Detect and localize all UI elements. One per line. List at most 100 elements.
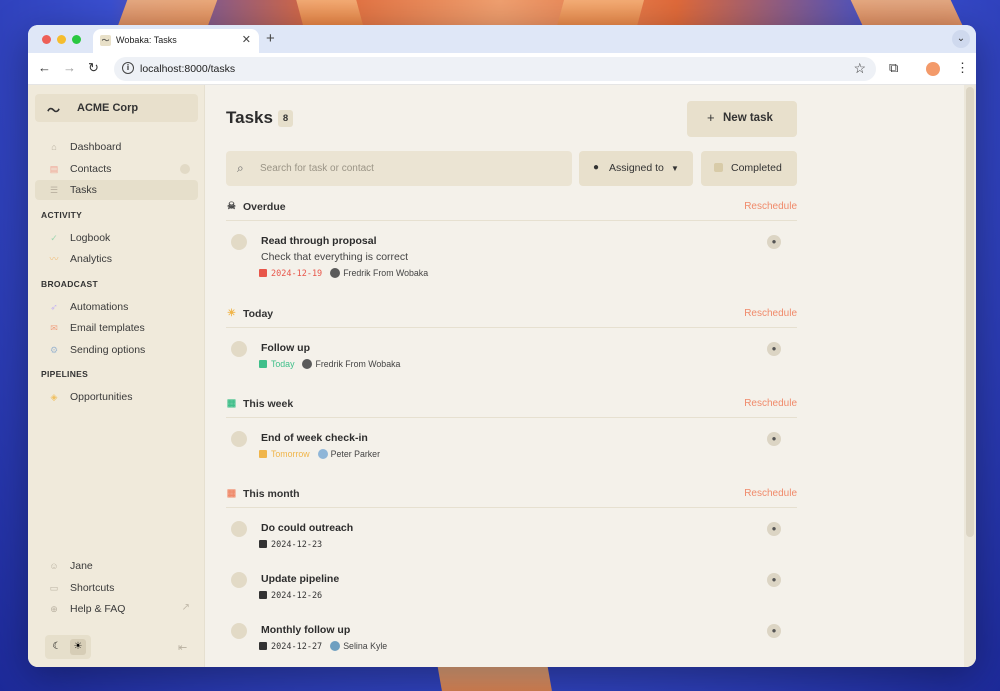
contact-name[interactable]: Fredrik From Wobaka [343,268,428,278]
sidebar-item-user[interactable]: ☺ Jane [35,556,198,576]
help-icon: ⊕ [50,604,58,614]
sidebar-item-automations[interactable]: ➶ Automations [35,297,198,317]
sun-theme-icon[interactable]: ☀ [70,639,86,655]
sidebar-item-label: Jane [70,560,93,572]
contacts-badge [180,164,190,174]
back-arrow-icon[interactable]: ← [38,60,51,75]
minimize-window-button[interactable] [57,35,66,44]
caret-down-icon: ▼ [671,164,679,173]
sidebar-item-shortcuts[interactable]: ▭ Shortcuts [35,578,198,598]
bookmark-star-icon[interactable]: ☆ [853,60,866,77]
section-activity: ACTIVITY [41,210,83,220]
completed-filter[interactable]: Completed [701,151,797,186]
due-date: 2024-12-26 [271,591,323,601]
site-info-icon[interactable]: i [122,62,134,74]
assignee-avatar-icon[interactable]: ● [767,342,781,356]
assignee-avatar-icon[interactable]: ● [767,235,781,249]
sidebar-item-help[interactable]: ⊕ Help & FAQ ↗ [35,599,198,619]
complete-task-checkbox[interactable] [231,623,247,639]
due-date: 2024-12-27 [271,642,323,652]
new-tab-button[interactable]: + [266,30,275,47]
assignee-avatar-icon[interactable]: ● [767,573,781,587]
complete-task-checkbox[interactable] [231,431,247,447]
close-window-button[interactable] [42,35,51,44]
tab-search-chevron-icon[interactable]: ⌄ [952,30,970,48]
contact-name[interactable]: Selina Kyle [343,641,387,651]
assigned-filter-label: Assigned to [609,162,664,174]
task-row[interactable]: Follow up Today Fredrik From Wobaka ● [226,341,797,369]
calendar-icon [259,450,267,458]
assignee-avatar-icon[interactable]: ● [767,522,781,536]
org-switcher[interactable]: 〜 ACME Corp [35,94,198,122]
divider [226,220,797,221]
forward-arrow-icon[interactable]: → [63,60,76,75]
task-title[interactable]: Monthly follow up [261,624,350,636]
sidebar-item-opportunities[interactable]: ◈ Opportunities [35,387,198,407]
sidebar-item-tasks[interactable]: ☰ Tasks [35,180,198,200]
reschedule-link[interactable]: Reschedule [744,201,797,212]
task-title[interactable]: End of week check-in [261,432,368,444]
search-input[interactable]: ⌕ Search for task or contact [226,151,572,186]
close-tab-icon[interactable]: ✕ [242,33,251,46]
scrollbar[interactable] [964,85,976,667]
complete-task-checkbox[interactable] [231,521,247,537]
reschedule-link[interactable]: Reschedule [744,398,797,409]
new-task-button[interactable]: + New task [687,101,797,137]
completed-filter-label: Completed [731,162,782,174]
tab-title: Wobaka: Tasks [116,35,177,45]
task-meta: 2024-12-27 Selina Kyle [259,641,387,652]
complete-task-checkbox[interactable] [231,341,247,357]
assignee-avatar-icon[interactable]: ● [767,624,781,638]
search-placeholder: Search for task or contact [260,163,374,174]
extensions-icon[interactable]: ⧉ [889,60,898,76]
moon-icon[interactable]: ☾ [49,639,65,655]
checkbox-icon[interactable] [714,163,723,172]
sidebar-item-label: Analytics [70,253,113,265]
assigned-to-filter[interactable]: ● Assigned to ▼ [579,151,693,186]
sidebar-item-contacts[interactable]: ▤ Contacts [35,159,198,179]
sidebar-item-email-templates[interactable]: ✉ Email templates [35,318,198,338]
calendar-week-icon: ▦ [226,398,237,409]
url-field[interactable]: i localhost:8000/tasks ☆ [114,57,876,81]
calendar-month-icon: ▦ [226,488,237,499]
collapse-sidebar-icon[interactable]: ⇤ [178,641,187,654]
rocket-icon: ➶ [50,302,58,312]
browser-menu-icon[interactable]: ⋮ [956,60,969,76]
task-row[interactable]: Read through proposal Check that everythi… [226,234,797,279]
org-name: ACME Corp [77,102,139,114]
sidebar-item-label: Opportunities [70,391,133,403]
assignee-avatar-icon[interactable]: ● [767,432,781,446]
reschedule-link[interactable]: Reschedule [744,488,797,499]
maximize-window-button[interactable] [72,35,81,44]
browser-tab[interactable]: 〜 Wobaka: Tasks ✕ [93,29,259,53]
contact-avatar [302,359,313,369]
reschedule-link[interactable]: Reschedule [744,308,797,319]
contact-name[interactable]: Peter Parker [331,449,380,459]
contact-name[interactable]: Fredrik From Wobaka [315,359,400,369]
external-link-icon: ↗ [181,602,190,613]
task-title[interactable]: Read through proposal [261,235,377,247]
task-row[interactable]: Monthly follow up 2024-12-27 Selina Kyle ● [226,623,797,652]
sidebar-item-dashboard[interactable]: ⌂ Dashboard [35,137,198,157]
sidebar-item-label: Help & FAQ [70,603,126,615]
contact-avatar [330,268,341,278]
task-row[interactable]: Do could outreach 2024-12-23 ● [226,521,797,550]
complete-task-checkbox[interactable] [231,572,247,588]
task-row[interactable]: End of week check-in Tomorrow Peter Parker… [226,431,797,459]
task-title[interactable]: Do could outreach [261,522,353,534]
sidebar-item-logbook[interactable]: ✓ Logbook [35,228,198,248]
divider [226,417,797,418]
task-row[interactable]: Update pipeline 2024-12-26 ● [226,572,797,601]
sidebar-item-analytics[interactable]: 〰 Analytics [35,249,198,269]
new-task-label: New task [723,112,773,124]
section-broadcast: BROADCAST [41,279,99,289]
task-meta: 2024-12-19 Fredrik From Wobaka [259,268,428,279]
complete-task-checkbox[interactable] [231,234,247,250]
sidebar-item-sending-options[interactable]: ⚙ Sending options [35,340,198,360]
task-title[interactable]: Update pipeline [261,573,339,585]
task-title[interactable]: Follow up [261,342,310,354]
profile-avatar-icon[interactable] [926,62,940,76]
theme-toggle[interactable]: ☾ ☀ [45,635,91,659]
reload-icon[interactable]: ↻ [88,60,99,76]
page-title: Tasks [226,108,273,127]
